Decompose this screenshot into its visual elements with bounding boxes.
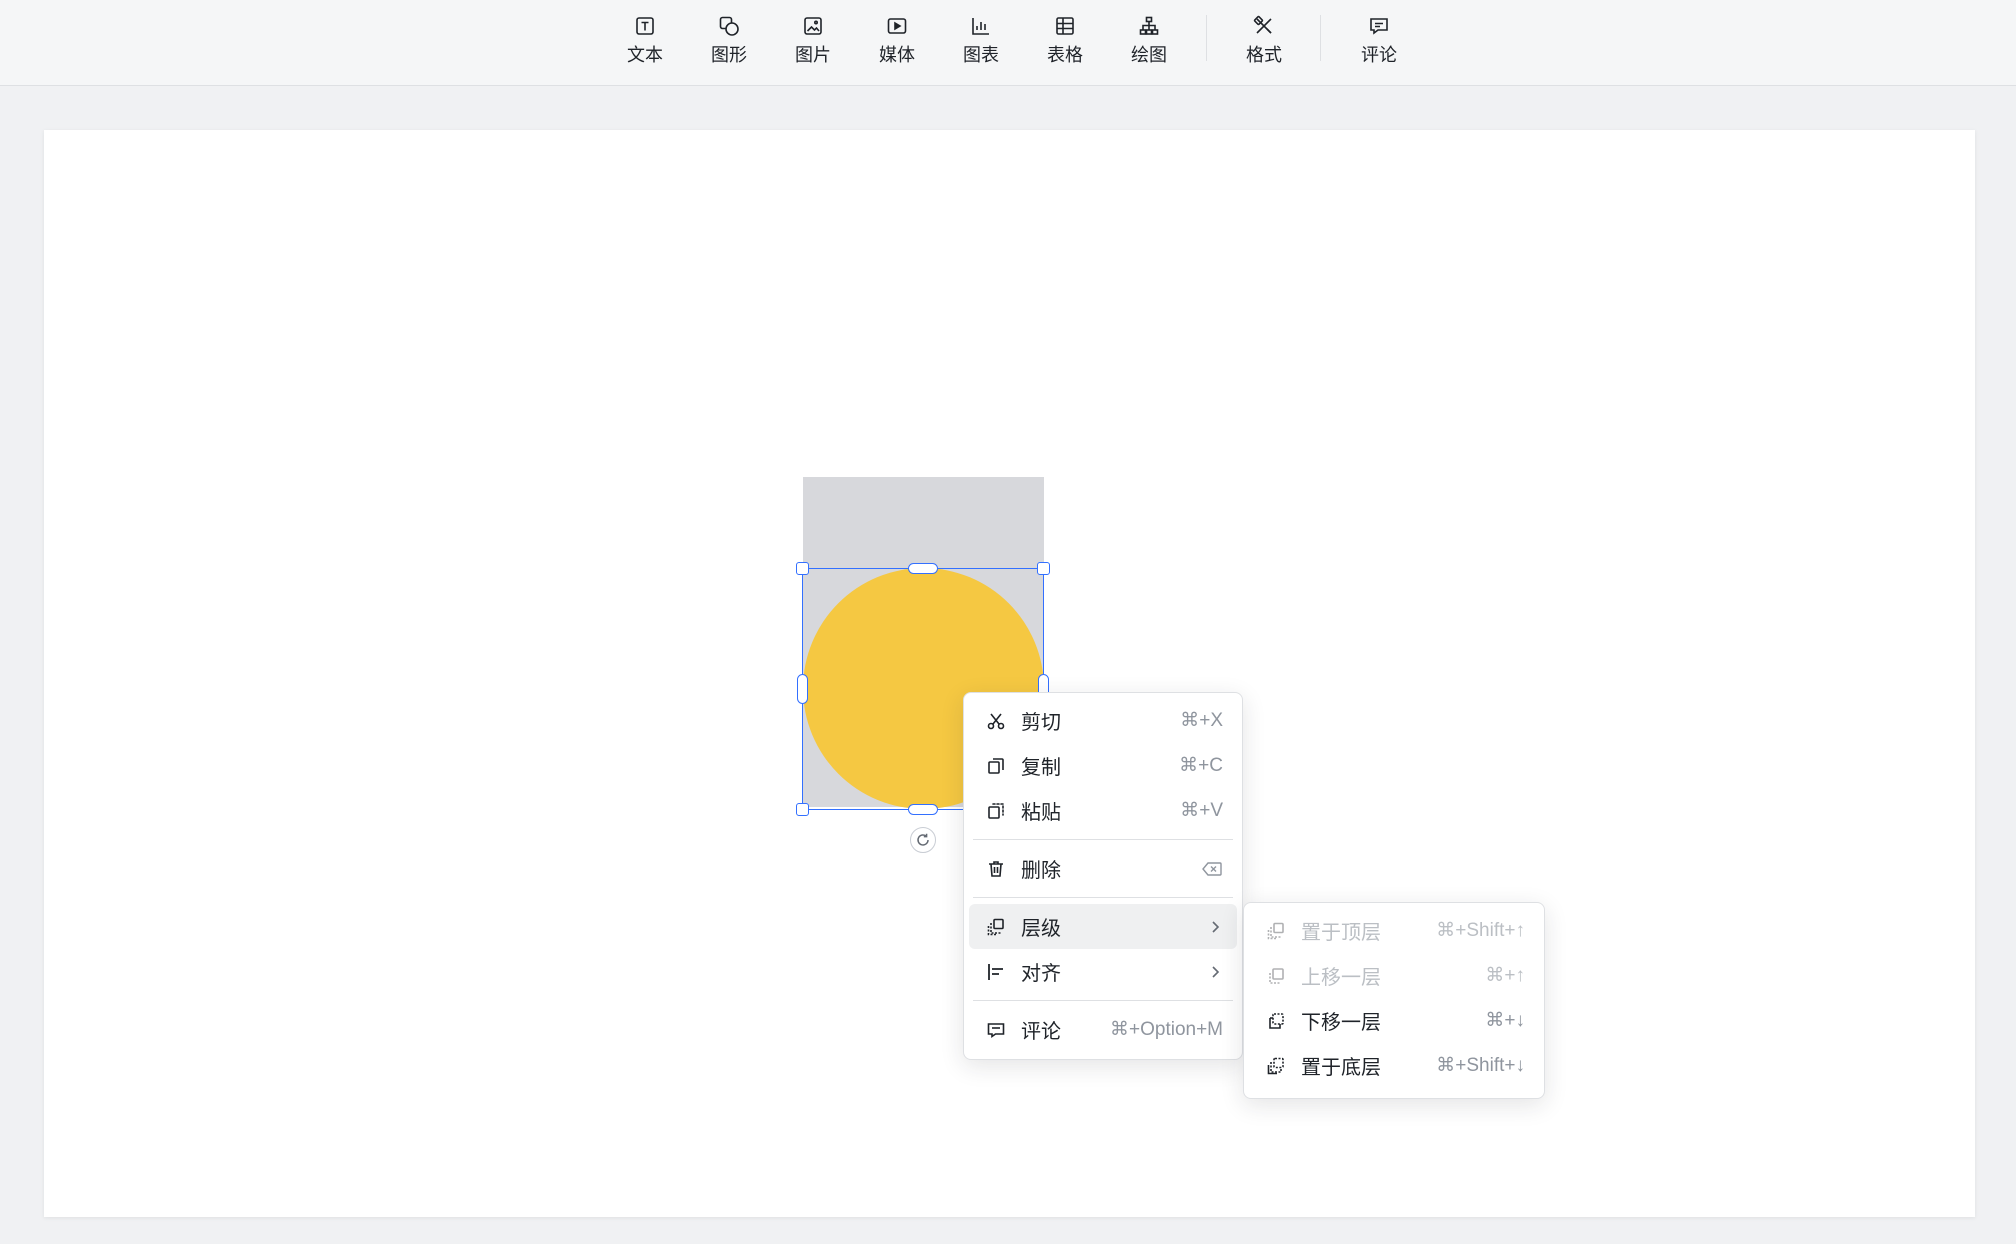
menu-divider: [973, 1000, 1233, 1001]
app-window: 文本 图形 图片 媒体 图表 表格 绘图 格式 评论 剪切 ⌘+X 复制 ⌘+C…: [0, 0, 2016, 1244]
chevron-right-icon: [1212, 920, 1220, 933]
layers-icon: [987, 918, 1004, 935]
menu-item-label: 评论: [1021, 1021, 1061, 1043]
toolbar-format-button[interactable]: 格式: [1228, 14, 1300, 74]
bring-to-front-icon: [1267, 922, 1284, 939]
menu-item-delete[interactable]: 删除: [969, 846, 1237, 891]
menu-item-shortcut: ⌘+Shift+↓: [1436, 1055, 1525, 1076]
toolbar-table-button[interactable]: 表格: [1029, 14, 1101, 74]
send-backward-icon: [1269, 1012, 1284, 1029]
image-icon: [804, 17, 822, 35]
toolbar-diagram-button[interactable]: 绘图: [1113, 14, 1185, 74]
context-menu: 剪切 ⌘+X 复制 ⌘+C 粘贴 ⌘+V 删除 层级 对齐 评论 ⌘+Optio…: [963, 692, 1243, 1060]
chevron-right-icon: [1212, 965, 1220, 978]
toolbar-text-label: 文本: [627, 45, 663, 65]
resize-handle-top-left[interactable]: [796, 562, 809, 575]
resize-handle-left[interactable]: [797, 674, 808, 704]
menu-item-comment[interactable]: 评论 ⌘+Option+M: [969, 1007, 1237, 1052]
resize-handle-bottom[interactable]: [908, 804, 938, 815]
toolbar-table-label: 表格: [1047, 45, 1083, 65]
toolbar-format-label: 格式: [1246, 45, 1282, 65]
toolbar-divider: [1206, 15, 1207, 61]
menu-item-send-backward[interactable]: 下移一层 ⌘+↓: [1249, 998, 1539, 1043]
toolbar-diagram-label: 绘图: [1131, 45, 1167, 65]
toolbar-chart-label: 图表: [963, 45, 999, 65]
toolbar-divider: [1320, 15, 1321, 61]
menu-divider: [973, 839, 1233, 840]
menu-item-bring-forward[interactable]: 上移一层 ⌘+↑: [1249, 953, 1539, 998]
menu-item-shortcut: ⌘+↑: [1485, 965, 1525, 986]
rotate-handle[interactable]: [910, 827, 936, 853]
trash-icon: [989, 860, 1003, 877]
menu-item-label: 置于底层: [1301, 1057, 1381, 1079]
menu-item-cut[interactable]: 剪切 ⌘+X: [969, 698, 1237, 743]
resize-handle-top-right[interactable]: [1037, 562, 1050, 575]
shape-icon: [719, 16, 739, 36]
menu-item-label: 剪切: [1021, 712, 1061, 734]
menu-item-shortcut: ⌘+C: [1179, 755, 1223, 776]
toolbar-media-button[interactable]: 媒体: [861, 14, 933, 74]
menu-item-label: 删除: [1021, 860, 1061, 882]
bring-forward-icon: [1269, 967, 1284, 984]
toolbar-shape-button[interactable]: 图形: [693, 14, 765, 74]
menu-item-bring-to-front[interactable]: 置于顶层 ⌘+Shift+↑: [1249, 908, 1539, 953]
menu-item-label: 对齐: [1021, 963, 1061, 985]
toolbar-chart-button[interactable]: 图表: [945, 14, 1017, 74]
format-icon: [1253, 15, 1272, 34]
layer-submenu: 置于顶层 ⌘+Shift+↑ 上移一层 ⌘+↑ 下移一层 ⌘+↓ 置于底层 ⌘+…: [1243, 902, 1545, 1099]
text-icon: [636, 17, 654, 35]
menu-item-shortcut: ⌘+X: [1180, 710, 1223, 731]
menu-item-shortcut: ⌘+↓: [1485, 1010, 1525, 1031]
menu-item-shortcut: ⌘+V: [1180, 800, 1223, 821]
send-to-back-icon: [1267, 1057, 1284, 1074]
toolbar-text-button[interactable]: 文本: [609, 14, 681, 74]
toolbar-media-label: 媒体: [879, 45, 915, 65]
toolbar-comment-button[interactable]: 评论: [1343, 14, 1415, 74]
menu-item-label: 复制: [1021, 757, 1061, 779]
diagram-icon: [1139, 16, 1159, 35]
menu-item-layer[interactable]: 层级: [969, 904, 1237, 949]
copy-icon: [988, 757, 1004, 774]
align-left-icon: [988, 963, 1003, 980]
resize-handle-bottom-left[interactable]: [796, 803, 809, 816]
menu-item-shortcut: ⌘+Shift+↑: [1436, 920, 1525, 941]
menu-item-label: 置于顶层: [1301, 922, 1381, 944]
menu-item-shortcut: ⌘+Option+M: [1110, 1019, 1223, 1040]
resize-handle-top[interactable]: [908, 563, 938, 574]
menu-item-paste[interactable]: 粘贴 ⌘+V: [969, 788, 1237, 833]
paste-icon: [988, 802, 1004, 819]
toolbar-shape-label: 图形: [711, 45, 747, 65]
insert-toolbar: 文本 图形 图片 媒体 图表 表格 绘图 格式 评论: [0, 0, 2016, 86]
menu-item-label: 下移一层: [1301, 1012, 1381, 1034]
chart-icon: [972, 18, 989, 35]
comment-icon: [1370, 18, 1388, 35]
scissors-icon: [987, 712, 1005, 729]
menu-item-send-to-back[interactable]: 置于底层 ⌘+Shift+↓: [1249, 1043, 1539, 1088]
toolbar-image-button[interactable]: 图片: [777, 14, 849, 74]
menu-item-label: 粘贴: [1021, 802, 1061, 824]
rotate-icon: [917, 833, 929, 846]
menu-divider: [973, 897, 1233, 898]
toolbar-image-label: 图片: [795, 45, 831, 65]
table-icon: [1056, 17, 1074, 35]
backspace-key-icon: [1202, 861, 1222, 876]
menu-item-label: 上移一层: [1301, 967, 1381, 989]
menu-item-align[interactable]: 对齐: [969, 949, 1237, 994]
media-icon: [887, 18, 907, 34]
menu-item-label: 层级: [1021, 918, 1061, 940]
menu-item-copy[interactable]: 复制 ⌘+C: [969, 743, 1237, 788]
comment-icon: [987, 1022, 1005, 1038]
toolbar-comment-label: 评论: [1361, 45, 1397, 65]
